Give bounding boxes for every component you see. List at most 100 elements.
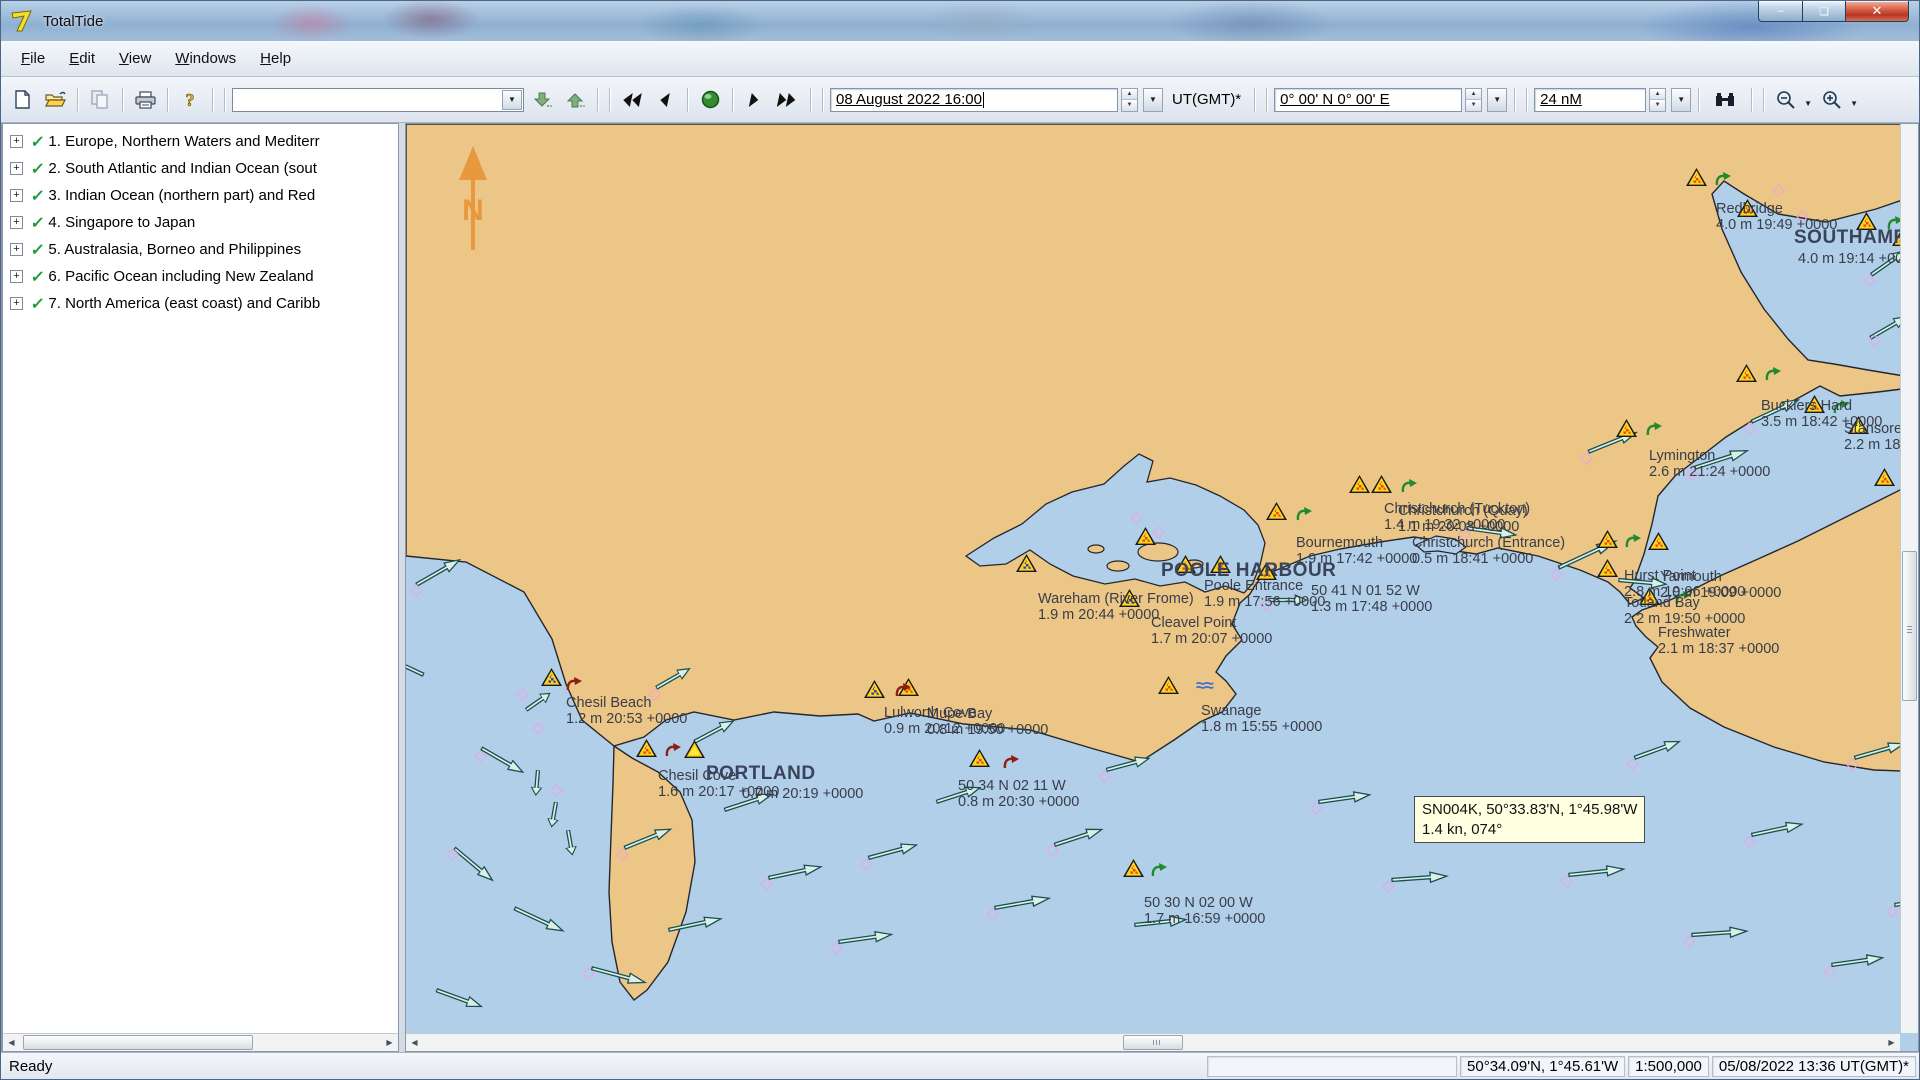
spin-down-icon[interactable]: ▼: [1466, 100, 1481, 111]
tidal-stream-arrow[interactable]: [866, 839, 919, 864]
datetime-field[interactable]: 08 August 2022 16:00: [830, 88, 1118, 112]
close-button[interactable]: ✕: [1846, 1, 1909, 22]
tree-item[interactable]: + ✓ 1. Europe, Northern Waters and Medit…: [3, 128, 398, 155]
tree-item[interactable]: + ✓ 2. South Atlantic and Indian Ocean (…: [3, 155, 398, 182]
scroll-right-icon[interactable]: ▶: [381, 1035, 398, 1051]
tidal-stream-arrow[interactable]: [511, 903, 567, 938]
area-tree[interactable]: + ✓ 1. Europe, Northern Waters and Medit…: [3, 124, 398, 1033]
tree-item[interactable]: + ✓ 6. Pacific Ocean including New Zeala…: [3, 263, 398, 290]
range-dropdown[interactable]: ▼: [1671, 88, 1691, 112]
tide-station-icon[interactable]: [1616, 419, 1637, 437]
tidal-stream-arrow[interactable]: [546, 801, 562, 829]
tree-item[interactable]: + ✓ 4. Singapore to Japan: [3, 209, 398, 236]
spin-up-icon[interactable]: ▲: [1466, 89, 1481, 101]
tide-station-icon[interactable]: [1158, 676, 1179, 694]
tide-station-icon[interactable]: [1597, 530, 1618, 548]
position-field[interactable]: 0° 00' N 0° 00' E: [1274, 88, 1462, 112]
tide-station-icon[interactable]: [864, 680, 885, 698]
tidal-diamond[interactable]: [532, 722, 545, 735]
tide-station-icon[interactable]: [684, 740, 705, 758]
step-back-button[interactable]: [650, 86, 680, 113]
tree-horizontal-scrollbar[interactable]: ◀ ▶: [3, 1033, 398, 1051]
menu-item[interactable]: Help: [250, 45, 301, 72]
scroll-left-icon[interactable]: ◀: [406, 1035, 423, 1051]
tidal-stream-arrow[interactable]: [1830, 952, 1885, 971]
tide-station-icon[interactable]: [636, 739, 657, 757]
tidal-stream-arrow[interactable]: [837, 928, 894, 948]
tide-station-icon[interactable]: [1349, 475, 1370, 493]
now-button[interactable]: [695, 86, 725, 113]
title-bar[interactable]: TotalTide – ❏ ✕: [1, 1, 1919, 41]
zoom-out-button[interactable]: [1771, 86, 1801, 113]
minimize-button[interactable]: –: [1758, 1, 1803, 22]
position-dropdown[interactable]: ▼: [1487, 88, 1507, 112]
tidal-stream-arrow[interactable]: [1632, 735, 1683, 763]
rewind-button[interactable]: [617, 86, 647, 113]
datetime-dropdown[interactable]: ▼: [1143, 88, 1163, 112]
maximize-button[interactable]: ❏: [1803, 1, 1846, 22]
tidal-stream-arrow[interactable]: [1691, 925, 1750, 941]
tidal-stream-arrow[interactable]: [405, 649, 427, 680]
spin-up-icon[interactable]: ▲: [1650, 89, 1665, 101]
chart-map[interactable]: N: [405, 123, 1919, 1052]
tide-station-icon[interactable]: [1874, 468, 1895, 486]
tidal-stream-arrow[interactable]: [589, 962, 648, 989]
tidal-stream-arrow[interactable]: [1052, 823, 1105, 850]
datetime-spinner[interactable]: ▲▼: [1121, 88, 1138, 112]
tidal-stream-arrow[interactable]: [653, 663, 694, 693]
spin-down-icon[interactable]: ▼: [1122, 100, 1137, 111]
tide-station-icon[interactable]: [1371, 475, 1392, 493]
tide-station-icon[interactable]: [1597, 559, 1618, 577]
help-button[interactable]: ?: [175, 86, 205, 113]
menu-item[interactable]: File: [11, 45, 55, 72]
tidal-stream-arrow[interactable]: [413, 554, 464, 590]
tidal-diamond[interactable]: [550, 784, 563, 797]
expand-plus-icon[interactable]: +: [10, 243, 23, 256]
tree-item[interactable]: + ✓ 3. Indian Ocean (northern part) and …: [3, 182, 398, 209]
expand-plus-icon[interactable]: +: [10, 189, 23, 202]
menu-item[interactable]: Edit: [59, 45, 105, 72]
menu-item[interactable]: Windows: [165, 45, 246, 72]
range-field[interactable]: 24 nM: [1534, 88, 1646, 112]
tide-station-icon[interactable]: [1135, 527, 1156, 545]
map-vertical-scrollbar[interactable]: [1900, 124, 1918, 1033]
tidal-stream-arrow[interactable]: [1567, 863, 1626, 881]
tidal-stream-arrow[interactable]: [1104, 752, 1152, 775]
zoom-in-dropdown[interactable]: ▼: [1850, 99, 1858, 108]
tidal-diamond[interactable]: [1772, 184, 1785, 197]
tide-station-icon[interactable]: [541, 668, 562, 686]
tidal-stream-arrow[interactable]: [1391, 870, 1450, 886]
next-station-button[interactable]: [560, 86, 590, 113]
scroll-right-icon[interactable]: ▶: [1883, 1035, 1900, 1051]
expand-plus-icon[interactable]: +: [10, 270, 23, 283]
tree-item[interactable]: + ✓ 7. North America (east coast) and Ca…: [3, 290, 398, 317]
tidal-stream-arrow[interactable]: [993, 892, 1052, 914]
copy-button[interactable]: [85, 86, 115, 113]
scrollbar-thumb[interactable]: [1123, 1035, 1183, 1050]
tidal-stream-arrow[interactable]: [530, 769, 544, 796]
range-spinner[interactable]: ▲▼: [1649, 88, 1666, 112]
step-forward-button[interactable]: [740, 86, 770, 113]
tidal-stream-arrow[interactable]: [434, 984, 485, 1012]
tide-station-icon[interactable]: [1016, 554, 1037, 572]
tidal-stream-arrow[interactable]: [622, 823, 675, 854]
tidal-stream-arrow[interactable]: [1317, 789, 1372, 808]
tidal-stream-arrow[interactable]: [562, 829, 578, 857]
expand-plus-icon[interactable]: +: [10, 297, 23, 310]
tidal-stream-arrow[interactable]: [767, 860, 824, 883]
position-spinner[interactable]: ▲▼: [1465, 88, 1482, 112]
scroll-left-icon[interactable]: ◀: [3, 1035, 20, 1051]
zoom-in-button[interactable]: [1817, 86, 1847, 113]
tidal-diamond[interactable]: [1130, 512, 1143, 525]
tidal-stream-arrow[interactable]: [450, 843, 498, 886]
zoom-out-dropdown[interactable]: ▼: [1804, 99, 1812, 108]
print-button[interactable]: [130, 86, 160, 113]
tide-station-icon[interactable]: [1736, 364, 1757, 382]
tidal-stream-arrow[interactable]: [667, 912, 724, 935]
scrollbar-thumb[interactable]: [1902, 551, 1917, 701]
station-combo[interactable]: ▼: [232, 88, 524, 112]
prev-station-button[interactable]: [527, 86, 557, 113]
scrollbar-thumb[interactable]: [23, 1035, 253, 1050]
tide-station-icon[interactable]: [1686, 168, 1707, 186]
tide-station-icon[interactable]: [969, 749, 990, 767]
